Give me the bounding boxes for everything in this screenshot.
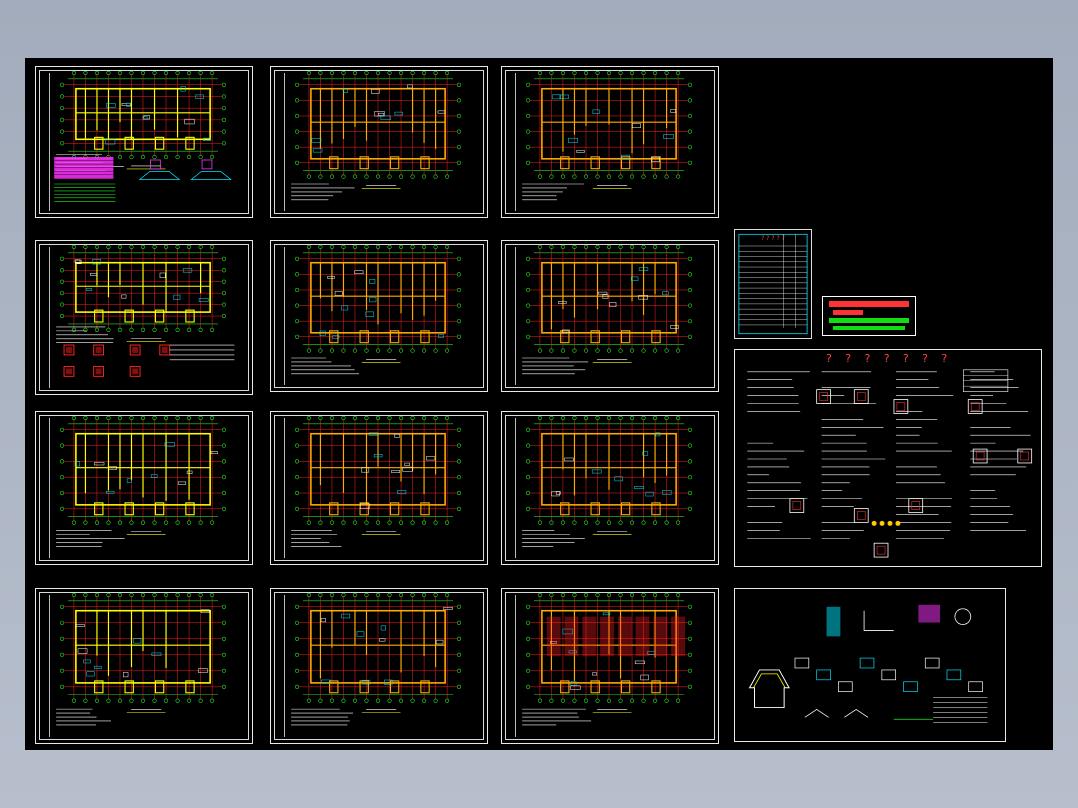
- sheet-drawing: [291, 415, 462, 547]
- sheet-8[interactable]: [270, 411, 488, 565]
- sheet-drawing: [291, 70, 462, 201]
- details-drawing: [748, 604, 988, 723]
- sheet-10[interactable]: [35, 588, 253, 744]
- sheet-11[interactable]: [270, 588, 488, 744]
- sheet-drawing: [291, 592, 462, 726]
- sheet-4[interactable]: [35, 240, 253, 395]
- sheet-drawing: [56, 592, 227, 726]
- sheet-drawing: [54, 70, 232, 202]
- design-stamp: [822, 296, 916, 336]
- sheet-3[interactable]: [501, 66, 719, 218]
- sheet-6[interactable]: [501, 240, 719, 392]
- sheet-drawing: [291, 244, 462, 375]
- sheet-1[interactable]: [35, 66, 253, 218]
- sheet-drawing: [522, 244, 693, 375]
- construction-details-sheet[interactable]: [734, 588, 1006, 742]
- sheet-9[interactable]: [501, 411, 719, 565]
- titleblock-table: [738, 233, 808, 335]
- sheet-5[interactable]: [270, 240, 488, 392]
- sheet-12[interactable]: [501, 588, 719, 744]
- drawing-canvas[interactable]: ? ? ? ? ? ? ? ? ? ? ? ?: [25, 58, 1053, 750]
- sheet-drawing: [56, 244, 235, 377]
- sheet-2[interactable]: [270, 66, 488, 218]
- notes-drawing: [747, 369, 1033, 558]
- sheet-drawing: [522, 70, 693, 201]
- sheet-drawing: [522, 415, 693, 547]
- general-notes-sheet[interactable]: ? ? ? ? ? ? ?: [734, 349, 1042, 567]
- drawing-index-titleblock[interactable]: ? ? ? ? ?: [734, 229, 812, 339]
- sheet-drawing: [56, 415, 227, 547]
- sheet-7[interactable]: [35, 411, 253, 565]
- sheet-drawing: [522, 592, 693, 726]
